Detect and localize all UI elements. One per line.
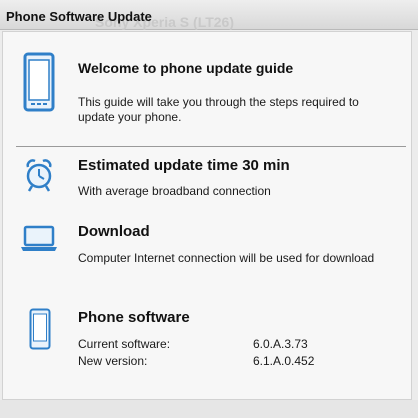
title-bar: Sony Xperia S (LT26) Phone Software Upda… <box>0 0 418 30</box>
phone-software-heading: Phone software <box>78 309 190 326</box>
alarm-clock-icon <box>25 158 53 199</box>
estimate-description: With average broadband connection <box>78 184 271 198</box>
welcome-description: This guide will take you through the ste… <box>78 95 359 124</box>
phone-icon <box>23 52 55 117</box>
download-description: Computer Internet connection will be use… <box>78 251 375 265</box>
laptop-icon <box>19 225 59 258</box>
new-version-label: New version: <box>78 354 148 368</box>
update-guide-panel: Welcome to phone update guide This guide… <box>2 31 412 400</box>
welcome-heading: Welcome to phone update guide <box>78 60 294 76</box>
update-window: Sony Xperia S (LT26) Phone Software Upda… <box>0 0 418 418</box>
current-software-label: Current software: <box>78 337 171 351</box>
phone-outline-icon <box>29 308 51 355</box>
download-heading: Download <box>78 223 150 240</box>
new-version-value: 6.1.A.0.452 <box>253 354 315 368</box>
footer-strip <box>0 400 418 418</box>
estimate-heading: Estimated update time 30 min <box>78 157 290 174</box>
window-title: Phone Software Update <box>6 9 152 24</box>
current-software-value: 6.0.A.3.73 <box>253 337 308 351</box>
section-divider <box>16 146 406 147</box>
